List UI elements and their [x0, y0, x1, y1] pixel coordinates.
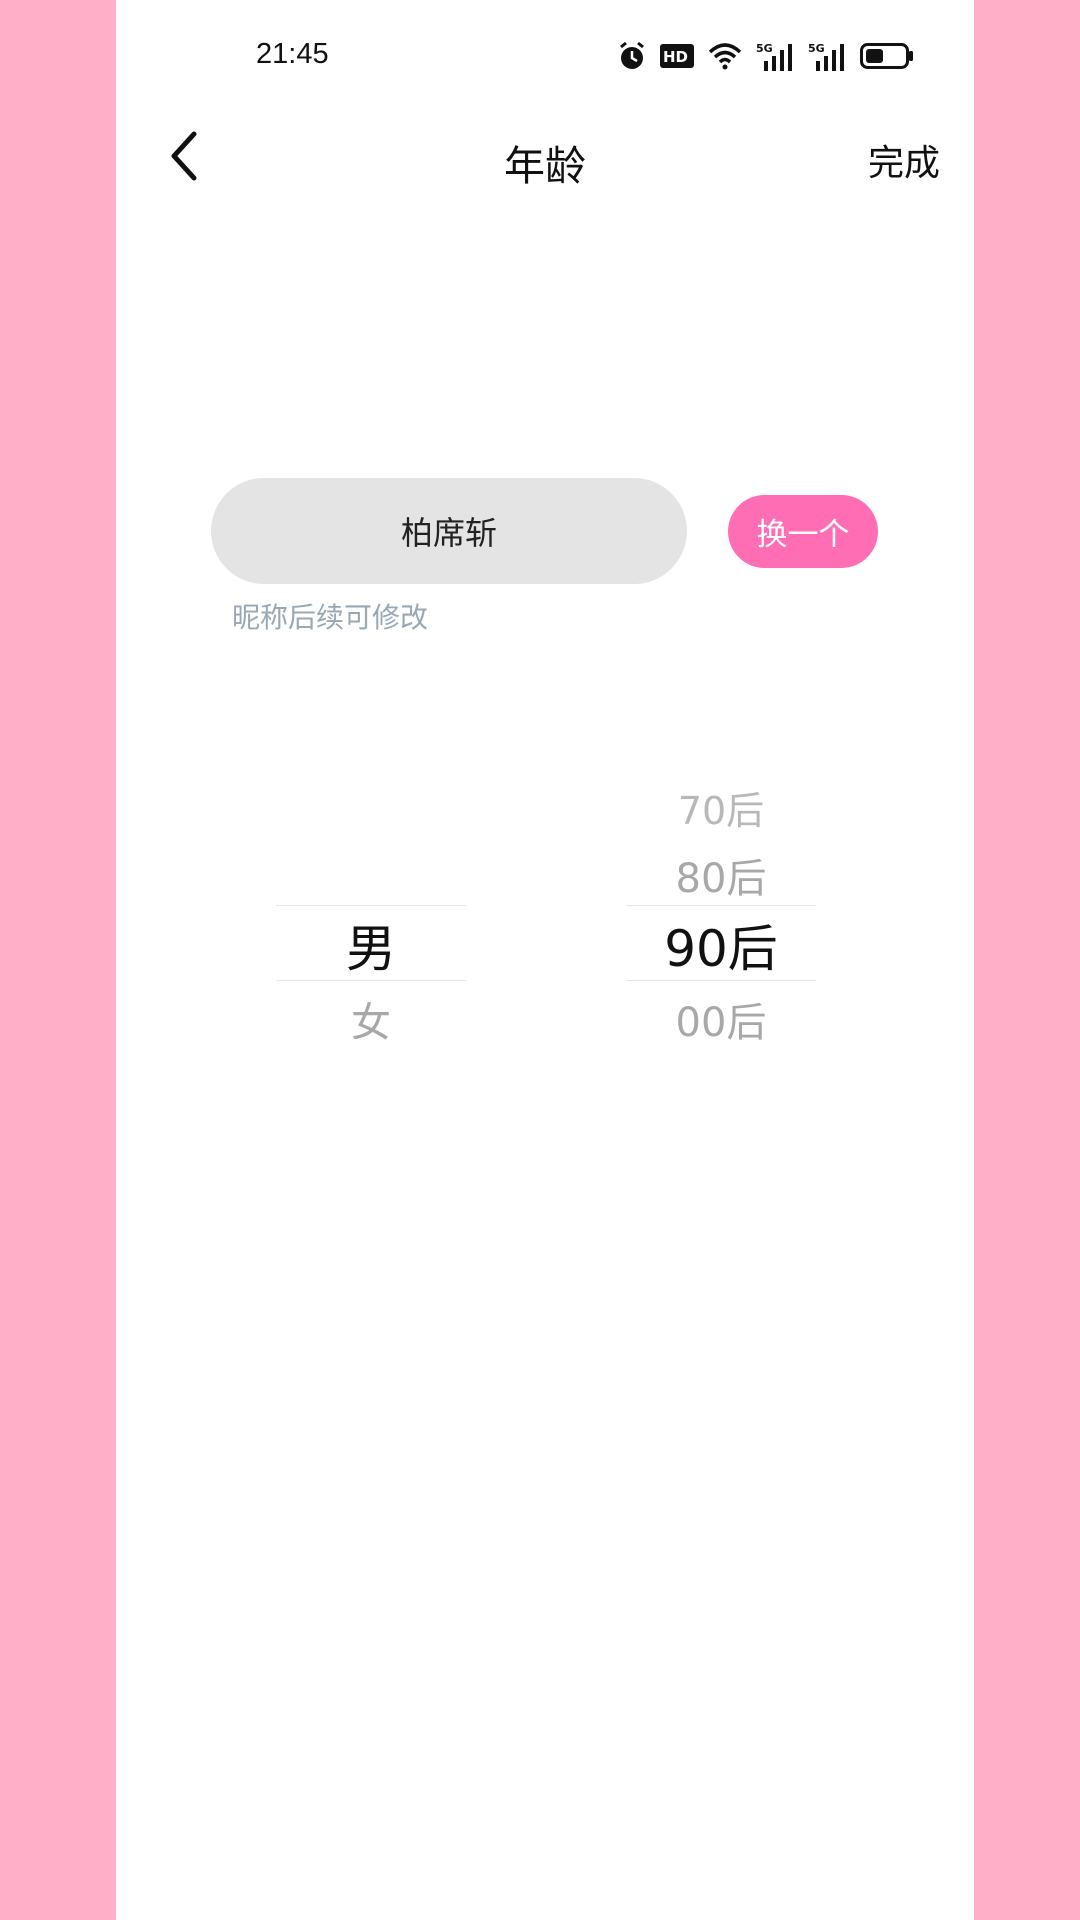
status-icons: HD 5G 5G: [618, 36, 914, 76]
phone-screen: 21:45 HD 5G 5G 年龄 完成 柏席斩 换一个 昵称后续可修改 男 女…: [116, 0, 974, 1920]
alarm-icon: [618, 41, 646, 71]
age-option[interactable]: 70后: [626, 780, 816, 835]
nickname-field[interactable]: 柏席斩: [211, 478, 687, 584]
change-nickname-button[interactable]: 换一个: [728, 495, 878, 568]
gender-option[interactable]: 女: [276, 990, 466, 1048]
svg-text:5G: 5G: [756, 42, 773, 55]
age-option[interactable]: 00后: [626, 990, 816, 1048]
age-option[interactable]: 80后: [626, 846, 816, 904]
signal-5g-icon: 5G: [756, 41, 794, 71]
wifi-icon: [708, 42, 742, 70]
svg-text:5G: 5G: [808, 42, 825, 55]
hd-icon: HD: [660, 44, 694, 68]
gender-option-selected[interactable]: 男: [276, 909, 466, 981]
page-title: 年龄: [504, 142, 586, 190]
signal-5g-icon: 5G: [808, 41, 846, 71]
nickname-hint: 昵称后续可修改: [232, 601, 429, 634]
header: 年龄 完成: [116, 110, 974, 202]
status-bar: 21:45 HD 5G 5G: [116, 0, 974, 110]
age-option-selected[interactable]: 90后: [626, 909, 816, 981]
battery-icon: [860, 43, 914, 69]
svg-text:HD: HD: [663, 48, 688, 66]
done-button[interactable]: 完成: [868, 134, 940, 186]
status-time: 21:45: [256, 38, 329, 70]
